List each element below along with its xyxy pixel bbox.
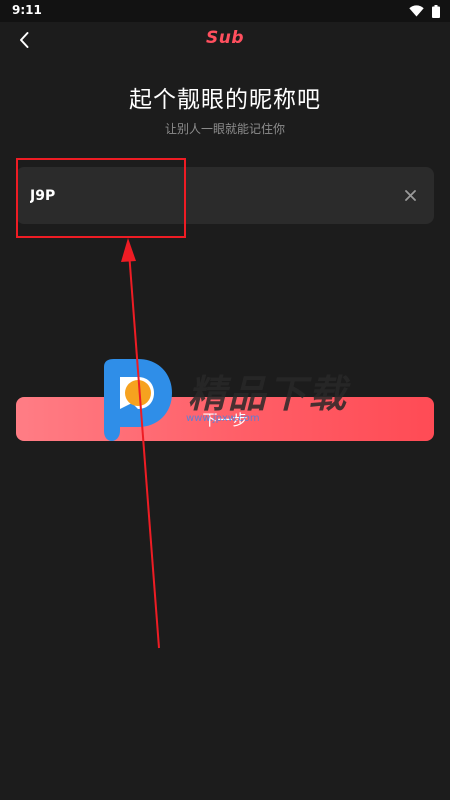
wifi-icon (409, 5, 424, 17)
status-icons (409, 4, 440, 18)
annotation-arrow-head (121, 238, 136, 262)
page-title: 起个靓眼的昵称吧 (129, 87, 321, 113)
status-bar: 9:11 (0, 0, 450, 22)
app-logo: Sub (205, 28, 244, 48)
battery-icon (432, 4, 440, 18)
annotation-arrow-line (128, 251, 160, 649)
page-subtitle: 让别人一眼就能记住你 (164, 122, 285, 136)
close-icon (405, 190, 416, 201)
next-button[interactable]: 下一步 (16, 397, 434, 441)
nickname-field (16, 167, 434, 224)
nickname-input[interactable] (30, 167, 380, 224)
clear-button[interactable] (401, 186, 420, 205)
nickname-screen: 9:11 Sub 起个靓眼的昵称吧 让别人一眼就能记住你 下一步 (0, 0, 450, 800)
status-time: 9:11 (12, 3, 42, 17)
